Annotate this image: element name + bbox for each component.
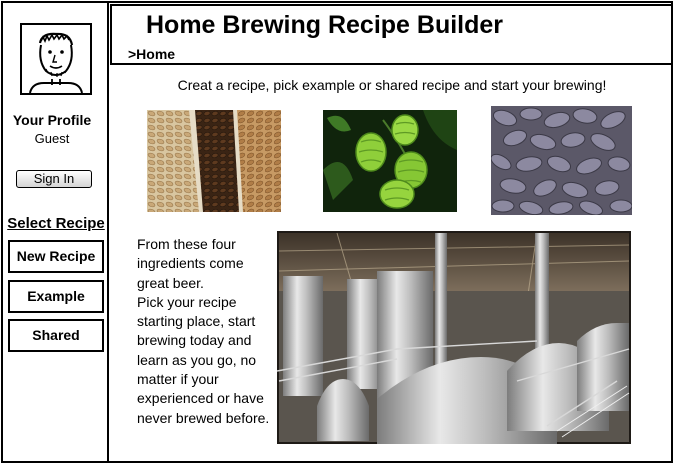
- intro-line: starting place, start: [137, 313, 256, 330]
- user-sketch-icon: [29, 32, 83, 94]
- new-recipe-button[interactable]: New Recipe: [8, 240, 104, 273]
- yeast-image: [491, 106, 632, 215]
- grain-image: [147, 110, 281, 212]
- page-title: Home Brewing Recipe Builder: [146, 11, 504, 39]
- hops-image: [323, 110, 457, 212]
- intro-line: Pick your recipe: [137, 293, 237, 310]
- intro-line: brewing today and: [137, 332, 252, 349]
- intro-text: From these four ingredients come great b…: [137, 235, 277, 428]
- breadcrumb[interactable]: >Home: [128, 46, 175, 62]
- intro-line: great beer.: [137, 274, 204, 291]
- shared-button[interactable]: Shared: [8, 319, 104, 352]
- intro-line: learn as you go, no: [137, 351, 257, 368]
- intro-line: From these four: [137, 236, 236, 252]
- tagline: Creat a recipe, pick example or shared r…: [177, 77, 607, 93]
- intro-line: matter if your: [137, 371, 219, 388]
- sidebar: Your Profile Guest Sign In Select Recipe…: [2, 2, 109, 462]
- profile-title: Your Profile: [12, 112, 92, 128]
- intro-line: experienced or have: [137, 390, 264, 407]
- example-button[interactable]: Example: [8, 280, 104, 313]
- header: Home Brewing Recipe Builder >Home: [110, 4, 673, 65]
- sign-in-button[interactable]: Sign In: [16, 170, 92, 188]
- avatar[interactable]: [20, 23, 92, 95]
- intro-line: ingredients come: [137, 255, 244, 272]
- profile-user-name: Guest: [34, 131, 70, 146]
- select-recipe-heading: Select Recipe: [7, 215, 105, 232]
- intro-line: never brewed before.: [137, 409, 270, 426]
- brewery-image: [277, 231, 631, 444]
